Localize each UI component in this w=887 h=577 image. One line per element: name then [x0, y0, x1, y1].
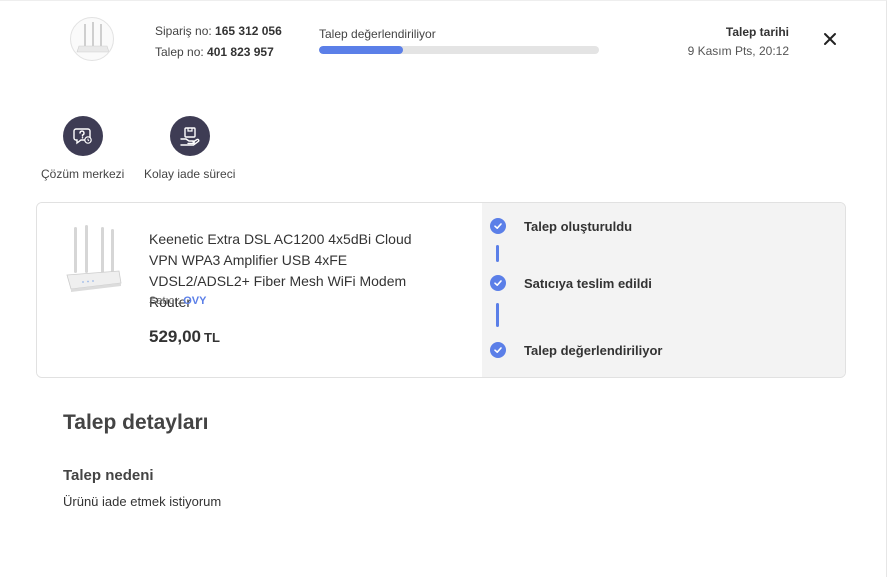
return-request-panel: Sipariş no: 165 312 056 Talep no: 401 82… — [0, 0, 887, 577]
timeline-step-label: Talep değerlendiriliyor — [524, 342, 663, 358]
request-number-label: Talep no: — [155, 45, 204, 59]
product-card: Keenetic Extra DSL AC1200 4x5dBi Cloud V… — [36, 202, 846, 378]
request-date-value: 9 Kasım Pts, 20:12 — [687, 44, 789, 58]
reason-value: Ürünü iade etmek istiyorum — [63, 494, 222, 509]
timeline-connector — [496, 245, 499, 262]
request-date-title: Talep tarihi — [725, 25, 789, 39]
request-date: Talep tarihi 9 Kasım Pts, 20:12 — [688, 23, 789, 61]
status-timeline: Talep oluşturuldu Satıcıya teslim edildi… — [482, 203, 845, 377]
order-number-row: Sipariş no: 165 312 056 — [155, 21, 282, 42]
check-circle-icon — [490, 218, 506, 234]
price-value: 529,00 — [149, 327, 201, 346]
order-number: 165 312 056 — [215, 24, 282, 38]
timeline-step-label: Satıcıya teslim edildi — [524, 275, 652, 291]
seller-label: Satıcı: — [149, 295, 181, 307]
request-number-row: Talep no: 401 823 957 — [155, 42, 282, 63]
reason-heading: Talep nedeni — [63, 467, 154, 484]
chat-question-icon — [62, 116, 103, 156]
timeline-step: Talep oluşturuldu — [490, 218, 632, 234]
timeline-step: Talep değerlendiriliyor — [490, 342, 662, 358]
solution-center-label: Çözüm merkezi — [41, 167, 125, 181]
progress-track — [319, 46, 599, 54]
order-ids: Sipariş no: 165 312 056 Talep no: 401 82… — [155, 21, 282, 63]
seller-name-link[interactable]: OVY — [183, 295, 206, 307]
progress-label: Talep değerlendiriliyor — [319, 27, 436, 41]
solution-center-button[interactable]: Çözüm merkezi — [41, 116, 124, 181]
router-image — [63, 225, 123, 297]
product-thumbnail — [70, 17, 114, 61]
timeline-step: Satıcıya teslim edildi — [490, 275, 652, 291]
check-circle-icon — [490, 275, 506, 291]
close-icon — [824, 33, 836, 45]
timeline-step-label: Talep oluşturuldu — [524, 218, 633, 234]
close-button[interactable] — [820, 29, 840, 49]
easy-return-label: Kolay iade süreci — [144, 167, 236, 181]
price-currency: TL — [204, 330, 220, 345]
progress-fill — [319, 46, 403, 54]
check-circle-icon — [490, 342, 506, 358]
package-return-icon — [169, 116, 210, 156]
details-heading: Talep detayları — [63, 411, 209, 434]
seller-info: Satıcı: OVY — [149, 295, 206, 307]
product-info: Keenetic Extra DSL AC1200 4x5dBi Cloud V… — [37, 203, 482, 377]
request-progress: Talep değerlendiriliyor — [319, 27, 599, 54]
easy-return-button[interactable]: Kolay iade süreci — [144, 116, 235, 181]
request-number: 401 823 957 — [207, 45, 274, 59]
product-price: 529,00 TL — [149, 327, 220, 347]
timeline-connector — [496, 303, 499, 327]
order-number-label: Sipariş no: — [155, 24, 212, 38]
